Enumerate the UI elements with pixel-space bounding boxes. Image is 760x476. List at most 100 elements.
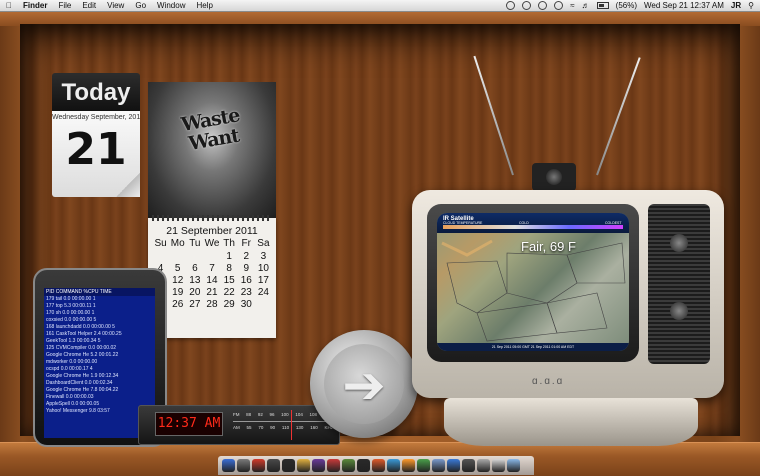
dock-app-icon[interactable] (372, 459, 385, 472)
tv-knob-bottom-icon (670, 302, 688, 320)
user-menu[interactable]: JR (731, 0, 741, 11)
today-header: Today (52, 73, 140, 111)
antenna-base (532, 163, 576, 191)
dock-app-icon[interactable] (237, 459, 250, 472)
right-arrow-icon: ➔ (342, 356, 386, 416)
dial-tick-label: 100 (281, 412, 289, 417)
tv-bezel: IR Satellite CLOUD TEMPERATURE COLD COLD… (427, 204, 639, 362)
process-row: mdworker 0.0 00:00.00 (46, 359, 98, 365)
satellite-timestamp: 21 Sep 2011 05:00 GMT 21 Sep 2011 01:00 … (437, 343, 629, 351)
satellite-header: IR Satellite CLOUD TEMPERATURE COLD COLD… (437, 213, 629, 233)
tv-brand-logo: ɑ.ɑ.ɑ (532, 376, 565, 387)
bluetooth-icon[interactable] (554, 1, 564, 10)
process-row: 161 CaskTool Helper 2.4 00:00.25 (46, 331, 122, 337)
dock-app-icon[interactable] (297, 459, 310, 472)
wall-calendar[interactable]: 21 September 2011 Su Mo Tu We Th Fr Sa 1234567… (148, 215, 276, 338)
dock-app-icon[interactable] (387, 459, 400, 472)
weather-tv-widget[interactable]: IR Satellite CLOUD TEMPERATURE COLD COLD… (412, 190, 724, 398)
weekday-label: Su (154, 238, 167, 249)
menu-edit[interactable]: Edit (82, 0, 96, 11)
calendar-day: 24 (257, 287, 269, 298)
calendar-day: 10 (257, 263, 269, 274)
calendar-day: 7 (209, 263, 215, 274)
process-list: 179 tail 0.0 00:00.00 1 177 top 5.3 00:00… (44, 296, 155, 415)
process-row: 170 sh 0.0 00:00.00 1 (46, 310, 95, 316)
tv-control-panel (648, 204, 710, 364)
battery-icon[interactable] (596, 2, 609, 9)
calendar-day: 16 (240, 275, 252, 286)
calendar-day: 29 (223, 299, 235, 310)
weekday-label: Tu (189, 238, 201, 249)
calendar-day: 21 (206, 287, 218, 298)
dock-app-icon[interactable] (432, 459, 445, 472)
calendar-poster: Waste Want (148, 82, 276, 218)
calendar-day (203, 251, 220, 262)
dial-tick-label: AM (233, 425, 240, 430)
dock-app-icon[interactable] (222, 459, 235, 472)
calendar-day: 14 (206, 275, 218, 286)
calendar-day: 12 (172, 275, 184, 286)
calendar-day (152, 251, 169, 262)
dock-app-icon[interactable] (417, 459, 430, 472)
menu-view[interactable]: View (107, 0, 124, 11)
calendar-day: 27 (189, 299, 201, 310)
time-machine-icon[interactable] (538, 1, 548, 10)
process-list-header: PID COMMAND %CPU TIME (44, 288, 155, 296)
weekday-label: Mo (170, 238, 185, 249)
dock-app-icon[interactable] (462, 459, 475, 472)
volume-icon[interactable]: ♬ (582, 0, 590, 11)
dock-app-icon[interactable] (507, 459, 520, 472)
menu-bar:  Finder File Edit View Go Window Help ≈… (0, 0, 760, 12)
dock-app-icon[interactable] (312, 459, 325, 472)
wifi-icon[interactable]: ≈ (570, 0, 574, 11)
spotlight-icon[interactable]: ⚲ (748, 0, 754, 11)
calendar-day (255, 299, 272, 310)
process-row: ocspd 0.0 00:00.17 4 (46, 366, 93, 372)
calendar-day (186, 251, 203, 262)
temperature-legend-bar (443, 225, 623, 229)
weekday-label: Sa (257, 238, 270, 249)
dock-app-icon[interactable] (252, 459, 265, 472)
process-row: Google Chrome He 7.8 00:04.22 (46, 387, 119, 393)
dial-tick-label: 96 (269, 412, 275, 417)
calendar-day: 26 (172, 299, 184, 310)
calendar-day: 23 (240, 287, 252, 298)
menu-app-name[interactable]: Finder (23, 0, 47, 11)
process-row: Finewall 0.0 00:00.03 (46, 394, 94, 400)
arrow-launcher-button[interactable]: ➔ (310, 330, 418, 438)
dock-app-icon[interactable] (327, 459, 340, 472)
poster-title: Waste Want (179, 104, 242, 156)
dock-app-icon[interactable] (492, 459, 505, 472)
process-row: GeekTool 1.3 00:00.34 5 (46, 338, 101, 344)
dock-app-icon[interactable] (477, 459, 490, 472)
apple-menu-icon[interactable]:  (6, 0, 12, 11)
process-row: 179 tail 0.0 00:00.00 1 (46, 296, 96, 302)
radio-clock-widget[interactable]: 12:37 AM FM889296100104108MHz AM55709011… (138, 405, 340, 445)
calendar-day: 3 (260, 251, 267, 262)
arrow-button-face: ➔ (324, 344, 404, 424)
dock-app-icon[interactable] (282, 459, 295, 472)
today-calendar-widget[interactable]: Today Wednesday September, 2011 21 (52, 73, 140, 199)
dock-app-icon[interactable] (447, 459, 460, 472)
today-day-number: 21 (65, 124, 127, 175)
menu-clock[interactable]: Wed Sep 21 12:37 AM (644, 0, 724, 11)
battery-percent[interactable]: (56%) (616, 0, 637, 11)
dock-app-icon[interactable] (342, 459, 355, 472)
menu-help[interactable]: Help (196, 0, 212, 11)
dial-tick-label: 108 (309, 412, 318, 417)
menu-go[interactable]: Go (135, 0, 146, 11)
process-row: 168 launchdadd 0.0 00:00.00 5 (46, 324, 115, 330)
today-date-line: Wednesday September, 2011 (52, 114, 140, 121)
menu-file[interactable]: File (58, 0, 71, 11)
status-icon-1[interactable] (506, 1, 516, 10)
dock-app-icon[interactable] (357, 459, 370, 472)
process-row: DashboardClient 0.0 00:02.34 (46, 380, 113, 386)
dock-app-icon[interactable] (267, 459, 280, 472)
menu-window[interactable]: Window (157, 0, 185, 11)
satellite-map-screen: IR Satellite CLOUD TEMPERATURE COLD COLD… (437, 213, 629, 351)
dock-app-icon[interactable] (402, 459, 415, 472)
process-row: coxsied 0.0 00:00.00 5 (46, 317, 97, 323)
weekday-label: We (204, 238, 220, 249)
dial-tick-label: 55 (246, 425, 252, 430)
status-icon-2[interactable] (522, 1, 532, 10)
